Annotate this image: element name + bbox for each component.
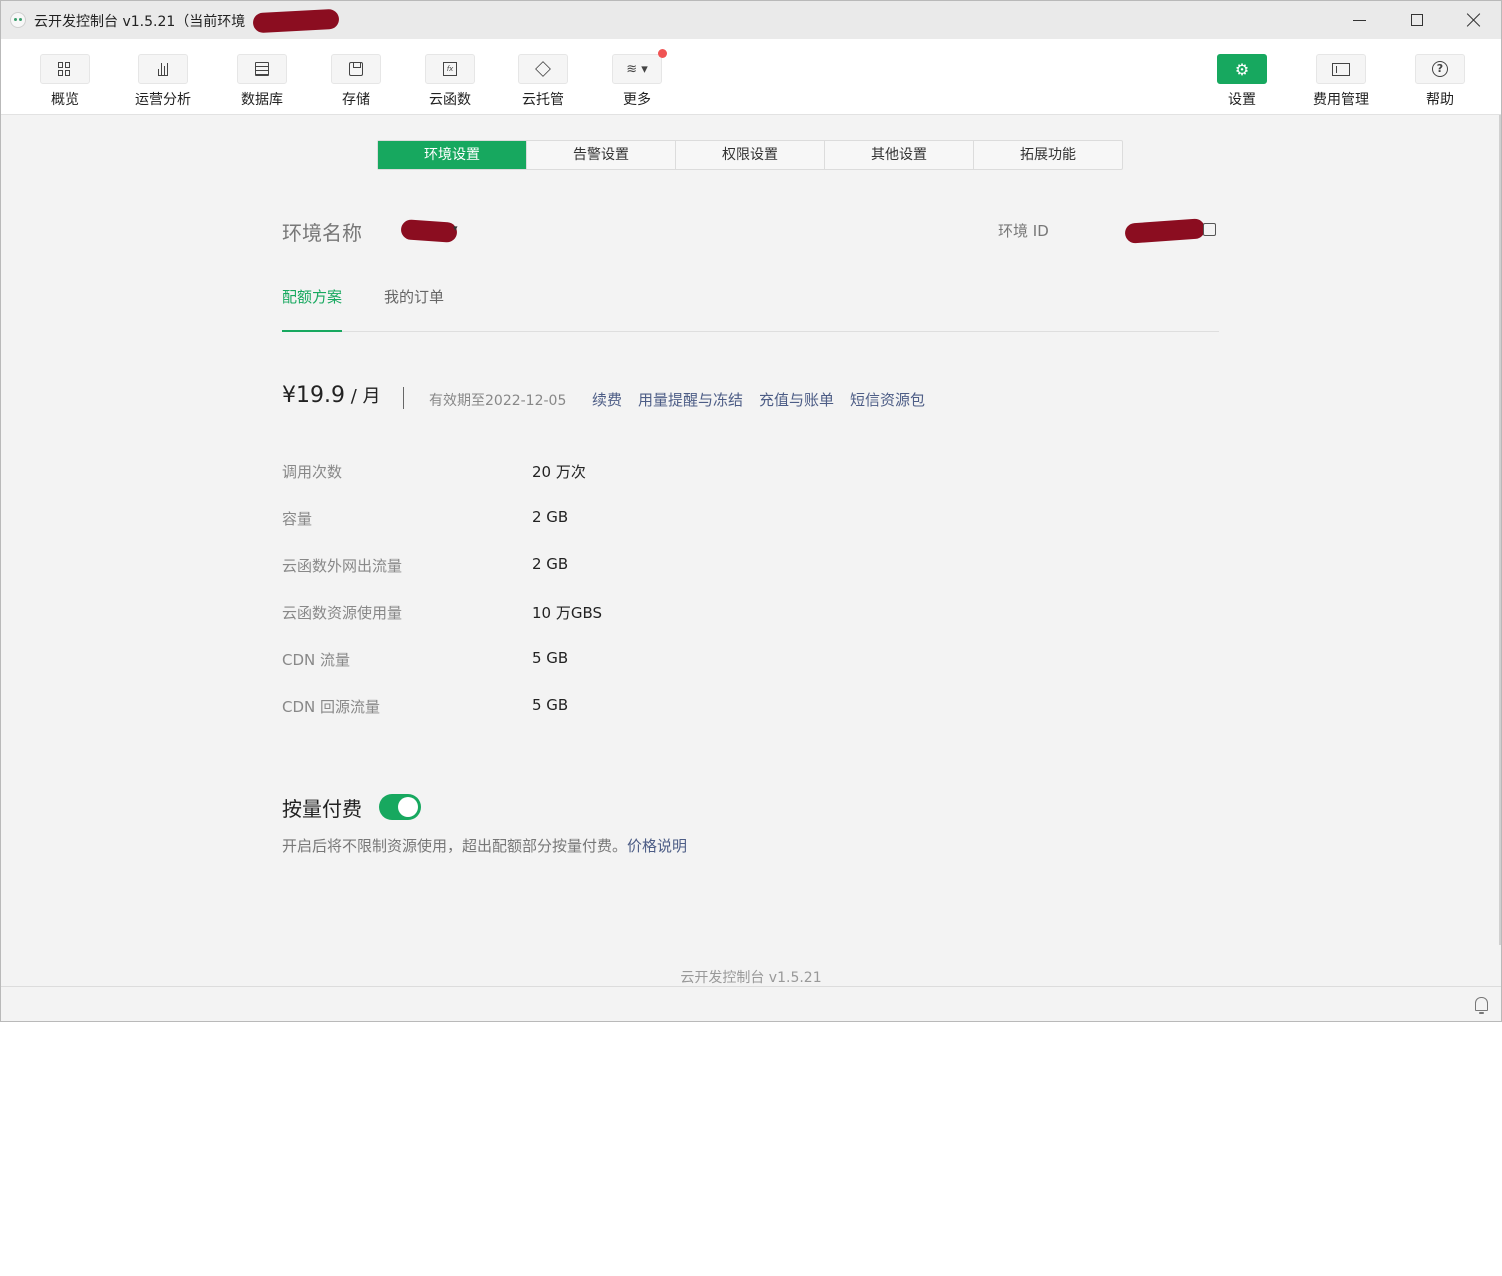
- gear-icon: ⚙: [1217, 54, 1267, 84]
- toolbar-more[interactable]: ≋ ▾ 更多: [592, 49, 682, 109]
- quota-label: 容量: [282, 510, 313, 528]
- toolbar-cloud-hosting[interactable]: 云托管: [498, 54, 588, 109]
- quota-value: 5 GB: [532, 696, 569, 714]
- payg-toggle[interactable]: [379, 794, 421, 820]
- toolbar-cloud-function[interactable]: fx 云函数: [405, 54, 495, 109]
- minimize-button[interactable]: [1331, 1, 1387, 39]
- tab-extensions[interactable]: 拓展功能: [974, 141, 1122, 169]
- quota-list: 调用次数 20 万次 容量 2 GB 云函数外网出流量 2 GB 云函数资源使用…: [282, 461, 982, 743]
- toolbar-label: 云托管: [522, 92, 564, 108]
- toolbar-help[interactable]: ? 帮助: [1395, 54, 1485, 109]
- maximize-button[interactable]: [1389, 1, 1445, 39]
- price-unit: / 月: [344, 386, 381, 407]
- plan-subtabs: 配额方案 我的订单: [282, 286, 1219, 332]
- env-name-selector[interactable]: [400, 219, 458, 243]
- wallet-icon: [1316, 54, 1366, 84]
- app-window: 云开发控制台 v1.5.21（当前环境 概览 运营分析 数据库 存储 fx 云函…: [0, 0, 1502, 1022]
- status-bar: [1, 986, 1501, 1021]
- quota-label: CDN 流量: [282, 651, 351, 669]
- recharge-billing-link[interactable]: 充值与账单: [759, 389, 834, 410]
- divider: [403, 387, 404, 409]
- env-id-label: 环境 ID: [998, 222, 1049, 240]
- redaction-mark: [252, 8, 340, 34]
- settings-tabs: 环境设置 告警设置 权限设置 其他设置 拓展功能: [377, 140, 1123, 170]
- bar-chart-icon: [138, 54, 188, 84]
- toolbar-label: 设置: [1228, 92, 1256, 108]
- list-item: 云函数外网出流量 2 GB: [282, 555, 982, 602]
- database-icon: [237, 54, 287, 84]
- quota-label: 云函数资源使用量: [282, 604, 403, 622]
- toggle-knob: [398, 797, 418, 817]
- close-button[interactable]: [1445, 1, 1501, 39]
- close-icon: [1466, 13, 1480, 27]
- list-item: CDN 回源流量 5 GB: [282, 696, 982, 743]
- layers-icon: ≋ ▾: [612, 49, 667, 84]
- subtab-quota-plan[interactable]: 配额方案: [282, 286, 343, 332]
- tab-env-settings[interactable]: 环境设置: [378, 141, 527, 169]
- copy-icon[interactable]: [1203, 223, 1216, 236]
- title-bar: 云开发控制台 v1.5.21（当前环境: [1, 1, 1501, 39]
- list-item: CDN 流量 5 GB: [282, 649, 982, 696]
- toolbar-overview[interactable]: 概览: [20, 54, 110, 109]
- function-icon: fx: [425, 54, 475, 84]
- bell-icon[interactable]: [1475, 997, 1488, 1014]
- toolbar-label: 存储: [342, 92, 370, 108]
- footer-version: 云开发控制台 v1.5.21: [680, 970, 822, 986]
- list-item: 云函数资源使用量 10 万GBS: [282, 602, 982, 649]
- payg-description-text: 开启后将不限制资源使用，超出配额部分按量付费。: [282, 837, 628, 855]
- scrollbar[interactable]: [1499, 115, 1501, 945]
- sms-package-link[interactable]: 短信资源包: [850, 389, 925, 410]
- env-id-value: [1124, 218, 1206, 244]
- quota-label: 调用次数: [282, 463, 343, 481]
- price-amount: ¥19.9: [282, 383, 345, 408]
- quota-value: 20 万次: [532, 463, 586, 481]
- payg-description: 开启后将不限制资源使用，超出配额部分按量付费。价格说明: [282, 835, 687, 856]
- quota-value: 5 GB: [532, 649, 569, 667]
- box-icon: [518, 54, 568, 84]
- list-item: 调用次数 20 万次: [282, 461, 982, 508]
- toolbar-settings[interactable]: ⚙ 设置: [1197, 54, 1287, 109]
- toolbar-label: 帮助: [1426, 92, 1454, 108]
- toolbar-analytics[interactable]: 运营分析: [118, 54, 208, 109]
- subtab-my-orders[interactable]: 我的订单: [384, 286, 444, 330]
- list-item: 容量 2 GB: [282, 508, 982, 555]
- minimize-icon: [1352, 19, 1366, 21]
- tab-alert-settings[interactable]: 告警设置: [527, 141, 676, 169]
- notification-dot: [658, 49, 667, 58]
- price-info-link[interactable]: 价格说明: [627, 837, 687, 855]
- quota-value: 10 万GBS: [532, 604, 603, 622]
- toolbar-label: 云函数: [429, 92, 471, 108]
- payg-title: 按量付费: [282, 797, 362, 821]
- help-icon: ?: [1415, 54, 1465, 84]
- tab-other-settings[interactable]: 其他设置: [825, 141, 974, 169]
- toolbar-label: 费用管理: [1313, 92, 1369, 108]
- grid-icon: [40, 54, 90, 84]
- toolbar-label: 运营分析: [135, 92, 191, 108]
- renew-link[interactable]: 续费: [592, 389, 622, 410]
- toolbar-storage[interactable]: 存储: [311, 54, 401, 109]
- plan-links: 续费 用量提醒与冻结 充值与账单 短信资源包: [592, 389, 925, 410]
- plan-validity: 有效期至2022-12-05: [429, 393, 567, 409]
- quota-value: 2 GB: [532, 555, 569, 573]
- app-logo-icon: [10, 12, 26, 28]
- quota-label: CDN 回源流量: [282, 698, 381, 716]
- maximize-icon: [1411, 14, 1423, 26]
- usage-alert-link[interactable]: 用量提醒与冻结: [638, 389, 743, 410]
- chevron-down-icon[interactable]: ▾: [453, 224, 458, 234]
- main-toolbar: 概览 运营分析 数据库 存储 fx 云函数 云托管 ≋ ▾ 更多 ⚙ 设置 费用…: [1, 39, 1501, 115]
- toolbar-label: 概览: [51, 92, 79, 108]
- toolbar-label: 更多: [623, 92, 651, 108]
- toolbar-database[interactable]: 数据库: [217, 54, 307, 109]
- tab-permission-settings[interactable]: 权限设置: [676, 141, 825, 169]
- toolbar-label: 数据库: [241, 92, 283, 108]
- quota-label: 云函数外网出流量: [282, 557, 403, 575]
- quota-value: 2 GB: [532, 508, 569, 526]
- plan-price: ¥19.9 / 月: [282, 382, 381, 408]
- window-title: 云开发控制台 v1.5.21（当前环境: [34, 14, 246, 30]
- env-name-label: 环境名称: [282, 221, 362, 245]
- save-icon: [331, 54, 381, 84]
- toolbar-billing[interactable]: 费用管理: [1296, 54, 1386, 109]
